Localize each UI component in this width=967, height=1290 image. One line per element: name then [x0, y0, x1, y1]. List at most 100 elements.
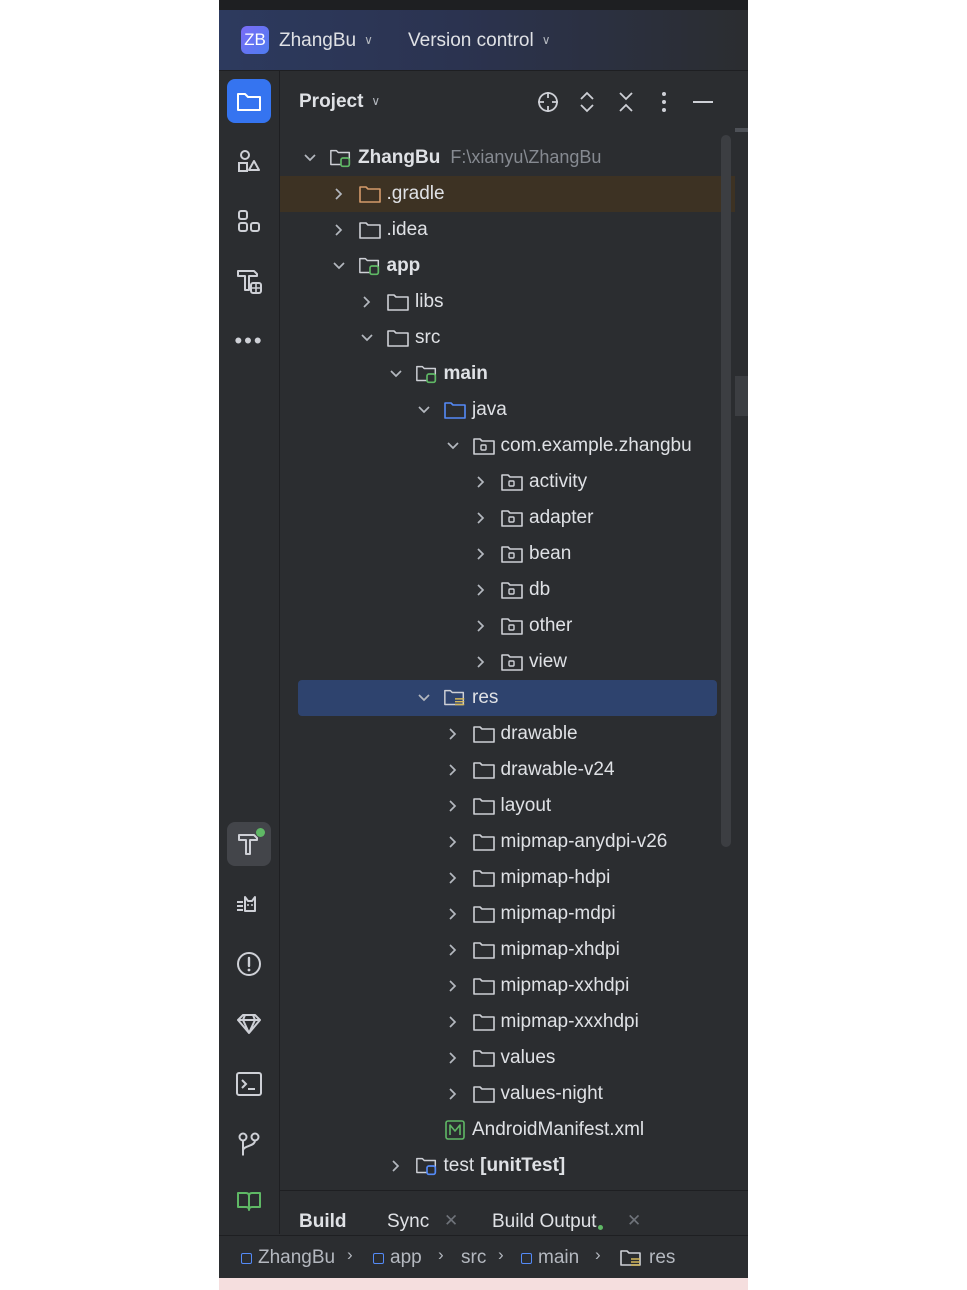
tree-scrollbar[interactable]: [721, 135, 731, 847]
project-view-selector[interactable]: Project ∨: [299, 91, 380, 113]
tree-row[interactable]: view: [280, 644, 735, 680]
breadcrumb-item-zhangbu[interactable]: ZhangBu: [241, 1247, 335, 1269]
chevron-right-icon[interactable]: [473, 546, 489, 562]
resource-manager-button[interactable]: [227, 139, 271, 183]
chevron-right-icon[interactable]: [445, 1014, 461, 1030]
chevron-down-icon[interactable]: [416, 402, 432, 418]
tree-item-label: src: [415, 327, 440, 349]
chevron-right-icon[interactable]: [445, 762, 461, 778]
breadcrumb-item-src[interactable]: src: [461, 1247, 486, 1269]
tree-item-label: ZhangBu F:\xianyu\ZhangBu: [358, 147, 601, 169]
tree-row[interactable]: activity: [280, 464, 735, 500]
hide-panel-icon[interactable]: [690, 89, 716, 115]
chevron-right-icon[interactable]: [445, 870, 461, 886]
project-switcher[interactable]: ZhangBu ∨: [279, 30, 373, 52]
chevron-right-icon[interactable]: [473, 582, 489, 598]
chevron-right-icon[interactable]: [445, 798, 461, 814]
tree-row[interactable]: drawable-v24: [280, 752, 735, 788]
chevron-down-icon[interactable]: [445, 438, 461, 454]
gemini-tool-button[interactable]: [227, 1002, 271, 1046]
tree-row[interactable]: db: [280, 572, 735, 608]
tree-row[interactable]: AndroidManifest.xml: [280, 1112, 735, 1148]
chevron-right-icon[interactable]: [473, 618, 489, 634]
chevron-right-icon[interactable]: [445, 834, 461, 850]
tree-row[interactable]: .idea: [280, 212, 735, 248]
tree-row[interactable]: mipmap-xhdpi: [280, 932, 735, 968]
folder-icon: [472, 1047, 496, 1069]
tree-row[interactable]: main: [280, 356, 735, 392]
problems-tool-button[interactable]: [227, 942, 271, 986]
tree-row[interactable]: ZhangBu F:\xianyu\ZhangBu: [280, 140, 735, 176]
chevron-right-icon[interactable]: [331, 186, 347, 202]
tree-row[interactable]: layout: [280, 788, 735, 824]
logcat-tool-button[interactable]: [227, 882, 271, 926]
chevron-down-icon[interactable]: [416, 690, 432, 706]
tab-build-output-label: Build Output: [492, 1211, 597, 1232]
close-icon[interactable]: ✕: [444, 1211, 458, 1231]
tree-row[interactable]: drawable: [280, 716, 735, 752]
tree-row[interactable]: libs: [280, 284, 735, 320]
breadcrumb-label: res: [649, 1247, 676, 1268]
tree-row[interactable]: mipmap-anydpi-v26: [280, 824, 735, 860]
tree-row[interactable]: src: [280, 320, 735, 356]
tree-row[interactable]: bean: [280, 536, 735, 572]
version-control-menu[interactable]: Version control ∨: [408, 30, 550, 52]
scroll-thumb[interactable]: [735, 128, 748, 132]
chevron-right-icon[interactable]: [445, 906, 461, 922]
breadcrumb-item-res[interactable]: res: [619, 1247, 675, 1269]
more-tools-icon[interactable]: •••: [227, 319, 271, 363]
tree-row[interactable]: java: [280, 392, 735, 428]
breadcrumb-item-app[interactable]: app: [373, 1247, 422, 1269]
tree-row[interactable]: values: [280, 1040, 735, 1076]
tree-row[interactable]: mipmap-xxhdpi: [280, 968, 735, 1004]
tree-row[interactable]: .gradle: [280, 176, 735, 212]
chevron-right-icon[interactable]: [359, 294, 375, 310]
chevron-right-icon[interactable]: [445, 726, 461, 742]
chevron-right-icon[interactable]: [445, 1086, 461, 1102]
package-icon: [500, 507, 524, 529]
docs-tool-button[interactable]: [227, 1179, 271, 1223]
chevron-right-icon[interactable]: [445, 942, 461, 958]
tree-row[interactable]: values-night: [280, 1076, 735, 1112]
project-badge[interactable]: ZB: [241, 26, 269, 54]
chevron-down-icon[interactable]: [388, 366, 404, 382]
chevron-right-icon[interactable]: [473, 654, 489, 670]
collapse-all-icon[interactable]: [613, 89, 639, 115]
tree-item-label: drawable: [501, 723, 578, 745]
terminal-tool-button[interactable]: [227, 1062, 271, 1106]
build-variants-button[interactable]: [227, 259, 271, 303]
version-control-tool-button[interactable]: [227, 1122, 271, 1166]
chevron-down-icon[interactable]: [302, 150, 318, 166]
tab-sync[interactable]: Sync: [387, 1211, 429, 1233]
tree-row[interactable]: other: [280, 608, 735, 644]
project-panel-header: Project ∨: [280, 71, 748, 133]
chevron-right-icon[interactable]: [473, 510, 489, 526]
chevron-right-icon[interactable]: [388, 1158, 404, 1174]
chevron-right-icon[interactable]: [473, 474, 489, 490]
breadcrumb-item-main[interactable]: main: [521, 1247, 579, 1269]
tree-row[interactable]: mipmap-xxxhdpi: [280, 1004, 735, 1040]
close-icon[interactable]: ✕: [627, 1211, 641, 1231]
tree-row[interactable]: app: [280, 248, 735, 284]
module-folder-icon: [358, 255, 382, 277]
chevron-right-icon[interactable]: [445, 978, 461, 994]
chevron-right-icon[interactable]: [331, 222, 347, 238]
chevron-right-icon[interactable]: [445, 1050, 461, 1066]
locate-file-icon[interactable]: [535, 89, 561, 115]
expand-all-icon[interactable]: [574, 89, 600, 115]
options-kebab-icon[interactable]: [651, 89, 677, 115]
tree-row[interactable]: test [unitTest]: [280, 1148, 735, 1184]
tree-row[interactable]: com.example.zhangbu: [280, 428, 735, 464]
chevron-down-icon[interactable]: [331, 258, 347, 274]
tab-build-output[interactable]: Build Output: [492, 1211, 603, 1233]
breadcrumb-label: app: [390, 1247, 422, 1268]
project-tool-button[interactable]: [227, 79, 271, 123]
tree-row[interactable]: adapter: [280, 500, 735, 536]
tree-row[interactable]: res: [298, 680, 717, 716]
build-tool-button[interactable]: [227, 822, 271, 866]
chevron-down-icon[interactable]: [359, 330, 375, 346]
tree-row[interactable]: mipmap-mdpi: [280, 896, 735, 932]
tab-build[interactable]: Build: [299, 1211, 347, 1233]
structure-tool-button[interactable]: [227, 199, 271, 243]
tree-row[interactable]: mipmap-hdpi: [280, 860, 735, 896]
